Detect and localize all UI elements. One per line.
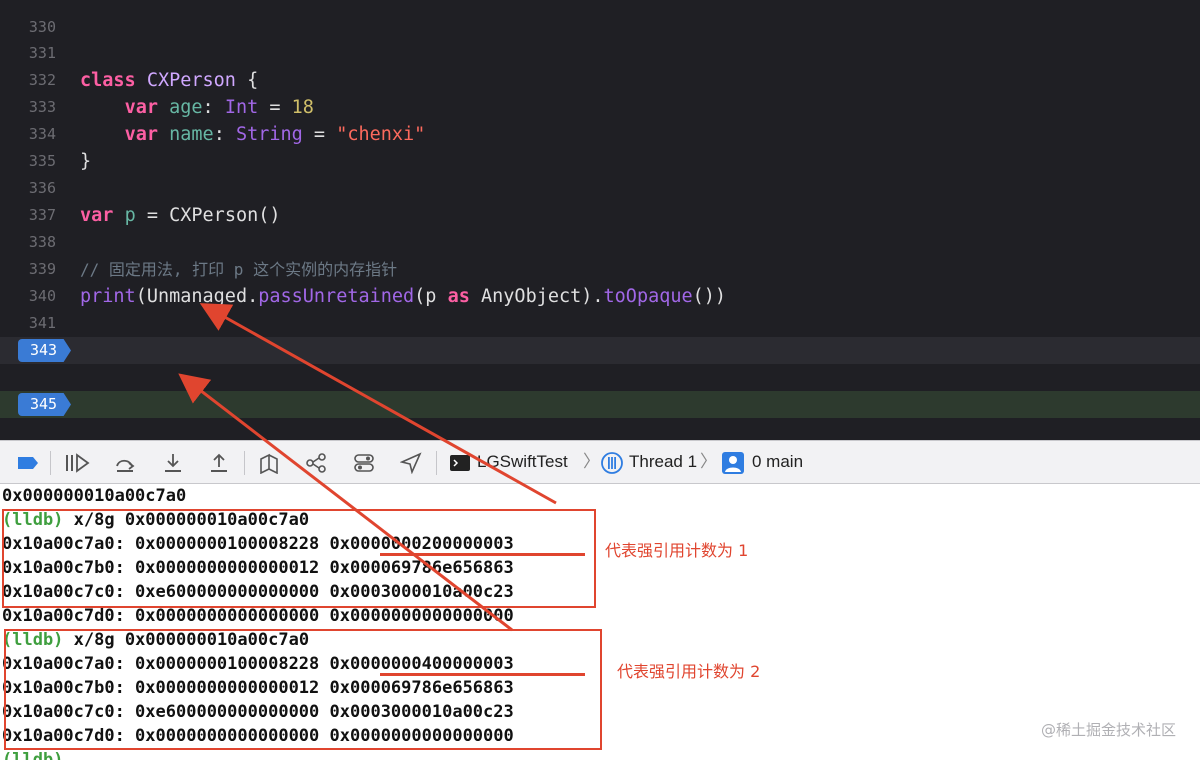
step-out-icon[interactable]	[208, 452, 230, 474]
person-icon	[722, 452, 744, 474]
breakpoint-marker[interactable]: 345	[18, 393, 71, 416]
breadcrumb-target[interactable]: LGSwiftTest	[477, 441, 568, 483]
code-line[interactable]: 331 class CXPerson {	[0, 13, 1200, 91]
code-line[interactable]: 344	[0, 364, 1200, 413]
breadcrumb-thread[interactable]: Thread 1	[629, 441, 697, 483]
annotation-label-2: 代表强引用计数为 2	[617, 662, 761, 681]
code-line-pc[interactable]: 345 print("end")	[0, 391, 1200, 418]
code-editor[interactable]: 330 331 class CXPerson { 332 var age: In…	[0, 0, 1200, 440]
debug-bar: LGSwiftTest 〉 Thread 1 〉 0 main	[0, 440, 1200, 484]
code-line[interactable]: 340	[0, 256, 1200, 305]
toolbar-divider	[50, 451, 51, 475]
code-line[interactable]: 333 var name: String = "chenxi"	[0, 67, 1200, 145]
breadcrumb-chevron: 〉	[583, 452, 600, 471]
thread-icon	[601, 452, 623, 474]
code-line[interactable]: 341 var p1 = p	[0, 283, 1200, 361]
memory-graph-icon[interactable]	[305, 452, 327, 474]
console-output-line: 0x000000010a00c7a0	[2, 486, 187, 506]
code-line[interactable]: 332 var age: Int = 18	[0, 40, 1200, 118]
annotation-box-1	[2, 509, 596, 608]
step-over-icon[interactable]	[114, 452, 136, 474]
code-line[interactable]: 339 print(Unmanaged.passUnretained(p as …	[0, 229, 1200, 307]
code-line[interactable]: 335	[0, 121, 1200, 170]
annotation-underline-2	[380, 673, 585, 676]
code-line[interactable]: 330	[0, 0, 1200, 36]
code-line[interactable]: 338 // 固定用法, 打印 p 这个实例的内存指针	[0, 202, 1200, 279]
lldb-prompt: (lldb)	[2, 750, 64, 760]
step-into-icon[interactable]	[162, 452, 184, 474]
toolbar-divider	[244, 451, 245, 475]
breakpoints-toggle-icon[interactable]	[16, 452, 38, 474]
breadcrumb-chevron: 〉	[700, 452, 717, 471]
code-line[interactable]: 346	[0, 418, 1200, 440]
debug-console[interactable]: 0x000000010a00c7a0 (lldb) x/8g 0x0000000…	[0, 484, 1200, 760]
environment-overrides-icon[interactable]	[353, 452, 375, 474]
code-line[interactable]: 337	[0, 175, 1200, 224]
annotation-label-1: 代表强引用计数为 1	[605, 541, 749, 560]
code-line[interactable]: 342	[0, 310, 1200, 359]
breadcrumb-frame[interactable]: 0 main	[752, 441, 803, 483]
annotation-underline-1	[380, 553, 585, 556]
breakpoint-marker[interactable]: 343	[18, 339, 71, 362]
continue-icon[interactable]	[64, 452, 90, 474]
view-hierarchy-icon[interactable]	[258, 452, 280, 475]
terminal-icon	[449, 452, 471, 474]
code-line-current[interactable]: 343 var p2 = p	[0, 337, 1200, 415]
code-line[interactable]: 334 }	[0, 94, 1200, 172]
location-icon[interactable]	[399, 452, 422, 475]
annotation-box-2	[4, 629, 602, 750]
watermark: @稀土掘金技术社区	[1040, 721, 1176, 739]
toolbar-divider	[436, 451, 437, 475]
code-line[interactable]: 336 var p = CXPerson()	[0, 148, 1200, 226]
